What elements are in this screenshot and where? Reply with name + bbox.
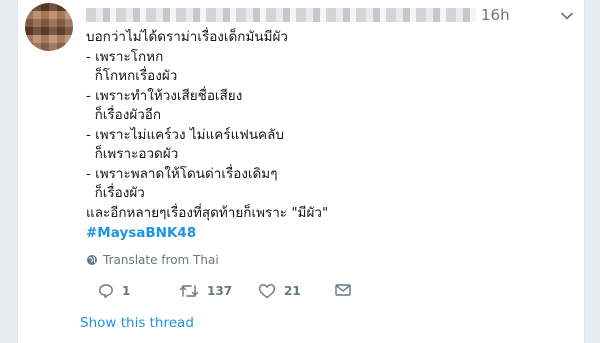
retweet-button[interactable]: 137 — [179, 283, 232, 299]
tweet-line: บอกว่าไม่ได้ดราม่าเรื่องเด็กมันมีผัว — [86, 29, 288, 45]
reply-button[interactable]: 1 — [98, 283, 130, 299]
tweet-line: และอีกหลายๆเรื่องที่สุดท้ายก็เพราะ "มีผั… — [86, 204, 329, 221]
avatar[interactable] — [25, 3, 73, 51]
tweet-line: - เพราะพลาดให้โดนด่าเรื่องเดิมๆ — [86, 165, 278, 182]
direct-message-button[interactable] — [335, 283, 359, 297]
tweet-text: บอกว่าไม่ได้ดราม่าเรื่องเด็กมันมีผัว - เ… — [86, 28, 566, 223]
like-button[interactable]: 21 — [258, 283, 301, 299]
tweet-actions: 1 137 21 — [86, 283, 366, 303]
envelope-icon — [335, 284, 351, 296]
tweet-line: ก็โกหกเรื่องผัว — [86, 68, 178, 84]
tweet-card[interactable]: 16h บอกว่าไม่ได้ดราม่าเรื่องเด็กมันมีผัว… — [17, 0, 585, 343]
tweet-line: - เพราะโกหก — [86, 48, 164, 65]
chevron-down-icon[interactable] — [560, 9, 574, 23]
reply-icon — [99, 284, 113, 298]
heart-icon — [258, 284, 276, 299]
tweet-line: - เพราะทำให้วงเสียชื่อเสียง — [86, 87, 243, 104]
show-thread-link[interactable]: Show this thread — [80, 315, 194, 331]
reply-count: 1 — [122, 284, 131, 298]
tweet-line: ก็เรื่องผัวอีก — [86, 107, 162, 123]
timestamp[interactable]: 16h — [481, 6, 510, 24]
globe-icon — [87, 255, 97, 265]
tweet-line: ก็เพราะอวดผัว — [86, 146, 179, 162]
tweet-line: ก็เรื่องผัว — [86, 185, 145, 201]
translate-label: Translate from Thai — [103, 253, 219, 267]
translate-button[interactable]: Translate from Thai — [86, 253, 219, 267]
retweet-icon — [179, 285, 199, 297]
like-count: 21 — [284, 284, 301, 298]
author-name-blurred[interactable] — [86, 8, 476, 22]
retweet-count: 137 — [207, 284, 233, 298]
tweet-line: - เพราะไม่แคร์วง ไม่แคร์แฟนคลับ — [86, 126, 284, 143]
hashtag-link[interactable]: #MaysaBNK48 — [86, 225, 196, 241]
